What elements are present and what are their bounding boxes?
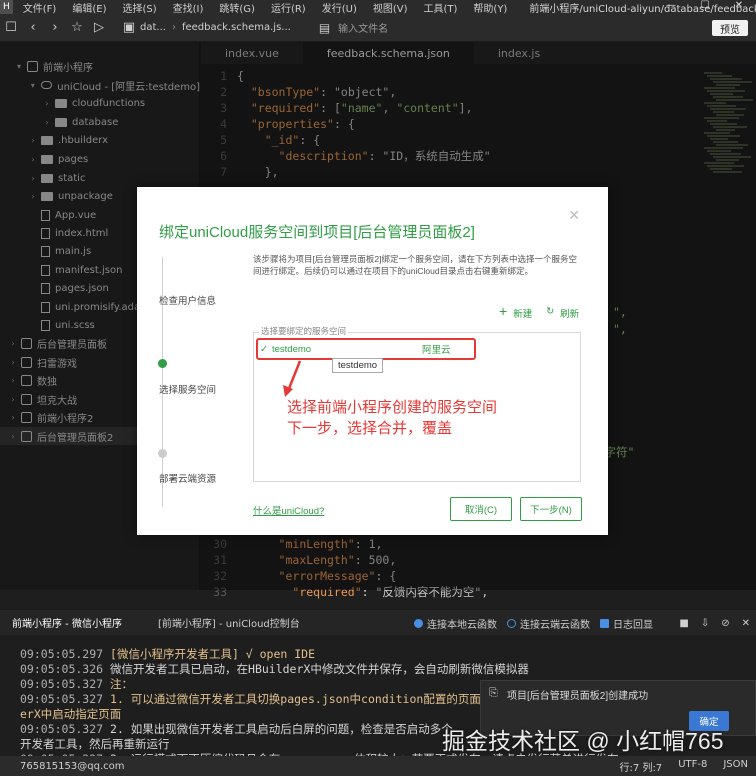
local-function-label: 连接本地云函数	[427, 619, 497, 631]
console-message: 2. 如果出现微信开发者工具启动后白屏的问题，检查是否启动多个	[110, 722, 453, 736]
step-select-space: 选择服务空间	[159, 385, 217, 396]
app-logo: H	[0, 0, 13, 14]
user-account[interactable]: 765815153@qq.com	[20, 761, 125, 772]
console-timestamp: 09:05:05.327	[20, 722, 111, 736]
cancel-button[interactable]: 取消(C)	[450, 497, 512, 521]
console-line: 09:05:05.297 [微信小程序开发者工具] √ open IDE	[20, 646, 315, 662]
scroll-lock-icon[interactable]: ⇩	[701, 618, 709, 629]
step-dot-inactive	[158, 449, 167, 458]
console-timestamp: 09:05:05.326	[20, 662, 111, 676]
project-icon: ▣	[122, 20, 136, 35]
preview-button[interactable]: 预览	[712, 20, 748, 36]
space-tooltip: testdemo	[332, 358, 384, 373]
bind-cloud-dialog: 绑定uniCloud服务空间到项目[后台管理员面板2] ✕ 该步骤将为项目[后台…	[137, 187, 608, 535]
log-echo-label: 日志回显	[613, 619, 653, 631]
console-tabs: 前端小程序 - 微信小程序 [前端小程序] - uniCloud控制台 连接本地…	[0, 609, 756, 635]
breadcrumb-file[interactable]: feedback.schema.js...	[182, 22, 291, 33]
stop-icon[interactable]: ■	[679, 618, 688, 629]
toast-message: 项目[后台管理员面板2]创建成功	[507, 691, 649, 702]
menu-goto[interactable]: 跳转(G)	[219, 0, 255, 15]
space-provider: 阿里云	[421, 345, 451, 356]
space-actions: + 新建 ↻ 刷新	[499, 303, 579, 320]
maximize-icon[interactable]: ☐	[688, 0, 722, 14]
console-line: 开发者工具，然后再重新运行	[20, 736, 170, 752]
console-message: 微信开发者工具已启动，在HBuilderX中修改文件并保存，会自动刷新微信模拟器	[110, 662, 529, 676]
annotation-arrow-icon	[283, 360, 302, 397]
menu-edit[interactable]: 编辑(E)	[72, 0, 106, 15]
menubar: H 文件(F) 编辑(E) 选择(S) 查找(I) 跳转(G) 运行(R) 发行…	[0, 0, 756, 15]
file-search-placeholder: 输入文件名	[338, 24, 389, 35]
breadcrumb: ▣ dat... › feedback.schema.js...	[118, 20, 291, 35]
forward-arrow-icon[interactable]: ›	[44, 20, 66, 35]
console-message: [微信小程序开发者工具] √ open IDE	[110, 647, 316, 661]
info-icon: ⎘	[489, 687, 498, 699]
cursor-position[interactable]: 行:7 列:7	[620, 759, 663, 774]
console-line: 09:05:05.327 注：	[20, 676, 133, 692]
annotation-line-2: 下一步，选择合并，覆盖	[287, 420, 453, 437]
console-tools: ■ ⇩ ⊘ ✕	[667, 610, 750, 636]
console-tab-unicloud[interactable]: [前端小程序] - uniCloud控制台	[158, 615, 300, 630]
add-icon: +	[499, 303, 508, 319]
cloud-function-radio[interactable]	[507, 618, 516, 628]
run-icon[interactable]: ▷	[88, 20, 110, 35]
sidebar-toggle-icon[interactable]: ☐	[0, 20, 22, 35]
console-options: 连接本地云函数 连接云端云函数 日志回显	[414, 610, 663, 636]
space-name: testdemo	[271, 343, 312, 355]
file-search-icon: ▤	[318, 20, 331, 35]
menu-find[interactable]: 查找(I)	[173, 0, 204, 15]
check-icon: ✓	[260, 343, 268, 355]
menu-tools[interactable]: 工具(T)	[424, 0, 458, 15]
menu-view[interactable]: 视图(V)	[373, 0, 408, 15]
step-check-user: 检查用户信息	[159, 296, 217, 307]
console-message: 开发者工具，然后再重新运行	[20, 737, 170, 751]
close-panel-icon[interactable]: ✕	[742, 618, 750, 629]
console-tab-wechat[interactable]: 前端小程序 - 微信小程序	[12, 615, 122, 630]
console-message: erX中启动指定页面	[20, 707, 122, 721]
star-icon[interactable]: ☆	[66, 20, 88, 35]
dialog-close-icon[interactable]: ✕	[568, 207, 580, 224]
file-encoding[interactable]: UTF-8	[678, 759, 707, 774]
cloud-function-label: 连接云端云函数	[520, 619, 590, 631]
back-arrow-icon[interactable]: ‹	[22, 20, 44, 35]
space-item-testdemo[interactable]: ✓ testdemo 阿里云	[256, 338, 476, 360]
local-function-radio[interactable]	[414, 618, 423, 628]
refresh-button[interactable]: 刷新	[560, 306, 579, 320]
statusbar: 765815153@qq.com 行:7 列:7 UTF-8 JSON	[0, 756, 756, 776]
refresh-icon: ↻	[546, 306, 555, 317]
console-line: 09:05:05.327 2. 如果出现微信开发者工具启动后白屏的问题，检查是否…	[20, 721, 453, 737]
breadcrumb-separator: ›	[171, 22, 176, 33]
next-button[interactable]: 下一步(N)	[520, 497, 582, 521]
clear-icon[interactable]: ⊘	[721, 618, 729, 629]
what-is-unicloud-link[interactable]: 什么是uniCloud?	[253, 503, 324, 517]
annotation-text: 选择前端小程序创建的服务空间 下一步，选择合并，覆盖	[287, 397, 497, 439]
statusbar-right: 行:7 列:7 UTF-8 JSON	[604, 759, 748, 774]
close-window-icon[interactable]: ✕	[722, 0, 756, 14]
console-timestamp: 09:05:05.327	[20, 692, 111, 706]
dialog-description: 该步骤将为项目[后台管理员面板2]绑定一个服务空间，请在下方列表中选择一个服务空…	[253, 254, 577, 276]
dialog-title: 绑定uniCloud服务空间到项目[后台管理员面板2]	[159, 224, 475, 241]
window-controls: — ☐ ✕	[654, 0, 756, 14]
file-language[interactable]: JSON	[723, 759, 748, 774]
log-echo-checkbox[interactable]	[600, 618, 609, 628]
console-line: erX中启动指定页面	[20, 706, 121, 722]
breadcrumb-folder[interactable]: dat...	[140, 22, 166, 33]
menu-publish[interactable]: 发行(U)	[322, 0, 357, 15]
console-message: 注：	[110, 677, 134, 691]
minimize-icon[interactable]: —	[654, 0, 688, 14]
step-deploy: 部署云端资源	[159, 474, 217, 485]
watermark: 掘金技术社区 @ 小红帽765	[442, 728, 724, 754]
file-search[interactable]: ▤ 输入文件名	[318, 20, 579, 36]
space-list-label: 选择要绑定的服务空间	[259, 325, 349, 337]
step-dot-active	[158, 359, 167, 368]
console-timestamp: 09:05:05.327	[20, 677, 111, 691]
annotation-line-1: 选择前端小程序创建的服务空间	[287, 399, 498, 416]
menu-run[interactable]: 运行(R)	[271, 0, 306, 15]
console-line: 09:05:05.326 微信开发者工具已启动，在HBuilderX中修改文件并…	[20, 661, 529, 677]
menu-help[interactable]: 帮助(Y)	[473, 0, 507, 15]
menu-file[interactable]: 文件(F)	[23, 0, 57, 15]
menu-select[interactable]: 选择(S)	[122, 0, 156, 15]
console-timestamp: 09:05:05.297	[20, 647, 111, 661]
new-space-button[interactable]: 新建	[513, 306, 532, 320]
toolbar: ☐ ‹ › ☆ ▷ ▣ dat... › feedback.schema.js.…	[0, 14, 756, 42]
